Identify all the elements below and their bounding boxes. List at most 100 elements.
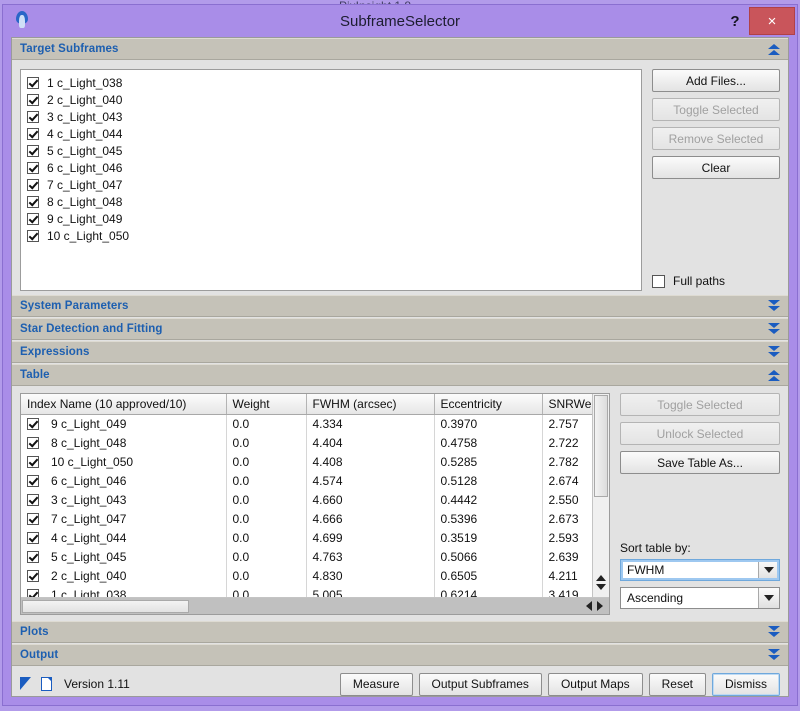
list-item[interactable]: 2 c_Light_040 — [21, 91, 641, 108]
cell-index-name[interactable]: 9 c_Light_049 — [21, 415, 226, 434]
cell-index-name[interactable]: 7 c_Light_047 — [21, 510, 226, 529]
save-table-as-button[interactable]: Save Table As... — [620, 451, 780, 474]
table-row[interactable]: 1 c_Light_038 0.0 5.005 0.6214 3.419 — [21, 586, 592, 598]
table-row[interactable]: 7 c_Light_047 0.0 4.666 0.5396 2.673 — [21, 510, 592, 529]
double-chevron-down-icon[interactable] — [766, 624, 782, 640]
toggle-selected-button[interactable]: Toggle Selected — [652, 98, 780, 121]
scrollbar-thumb[interactable] — [594, 395, 608, 497]
checkbox[interactable] — [27, 77, 39, 89]
checkbox[interactable] — [27, 230, 39, 242]
section-header-system-parameters[interactable]: System Parameters — [12, 295, 788, 317]
reset-button[interactable]: Reset — [649, 673, 706, 696]
double-chevron-down-icon[interactable] — [766, 647, 782, 663]
section-header-plots[interactable]: Plots — [12, 621, 788, 643]
double-chevron-down-icon[interactable] — [766, 344, 782, 360]
scroll-down-icon[interactable] — [596, 584, 606, 590]
chevron-down-icon[interactable] — [758, 588, 779, 608]
column-header-index-name[interactable]: Index Name (10 approved/10) — [21, 394, 226, 415]
table-toggle-selected-button[interactable]: Toggle Selected — [620, 393, 780, 416]
cell-index-name[interactable]: 1 c_Light_038 — [21, 586, 226, 598]
arrow-cursor-icon[interactable] — [20, 677, 33, 691]
column-header-weight[interactable]: Weight — [226, 394, 306, 415]
help-button[interactable]: ? — [721, 5, 749, 37]
checkbox[interactable] — [27, 456, 39, 468]
section-header-output[interactable]: Output — [12, 644, 788, 666]
list-item[interactable]: 5 c_Light_045 — [21, 142, 641, 159]
list-item[interactable]: 7 c_Light_047 — [21, 176, 641, 193]
list-item[interactable]: 9 c_Light_049 — [21, 210, 641, 227]
cell-index-name[interactable]: 2 c_Light_040 — [21, 567, 226, 586]
checkbox[interactable] — [27, 145, 39, 157]
section-header-target-subframes[interactable]: Target Subframes — [12, 38, 788, 60]
cell-index-name[interactable]: 4 c_Light_044 — [21, 529, 226, 548]
list-item[interactable]: 3 c_Light_043 — [21, 108, 641, 125]
checkbox[interactable] — [27, 128, 39, 140]
checkbox[interactable] — [27, 111, 39, 123]
table-row[interactable]: 6 c_Light_046 0.0 4.574 0.5128 2.674 — [21, 472, 592, 491]
checkbox[interactable] — [27, 513, 39, 525]
add-files-button[interactable]: Add Files... — [652, 69, 780, 92]
checkbox[interactable] — [27, 570, 39, 582]
table-horizontal-scrollbar[interactable] — [21, 597, 609, 614]
checkbox[interactable] — [27, 532, 39, 544]
subframes-file-list[interactable]: 1 c_Light_038 2 c_Light_040 3 c_Light_04… — [20, 69, 642, 291]
sort-order-select[interactable]: Ascending — [620, 587, 780, 609]
checkbox[interactable] — [27, 418, 39, 430]
checkbox[interactable] — [27, 475, 39, 487]
scroll-right-icon[interactable] — [597, 601, 603, 611]
checkbox[interactable] — [27, 94, 39, 106]
checkbox[interactable] — [27, 589, 39, 597]
section-header-table[interactable]: Table — [12, 364, 788, 386]
list-item[interactable]: 4 c_Light_044 — [21, 125, 641, 142]
cell-index-name[interactable]: 6 c_Light_046 — [21, 472, 226, 491]
scroll-left-icon[interactable] — [586, 601, 592, 611]
scrollbar-thumb[interactable] — [22, 600, 189, 613]
cell-index-name[interactable]: 5 c_Light_045 — [21, 548, 226, 567]
checkbox[interactable] — [27, 551, 39, 563]
checkbox[interactable] — [652, 275, 665, 288]
cell-index-name[interactable]: 8 c_Light_048 — [21, 434, 226, 453]
column-header-eccentricity[interactable]: Eccentricity — [434, 394, 542, 415]
double-chevron-up-icon[interactable] — [766, 367, 782, 383]
list-item[interactable]: 1 c_Light_038 — [21, 74, 641, 91]
section-header-expressions[interactable]: Expressions — [12, 341, 788, 363]
checkbox[interactable] — [27, 162, 39, 174]
table-row[interactable]: 2 c_Light_040 0.0 4.830 0.6505 4.211 — [21, 567, 592, 586]
table-vertical-scrollbar[interactable] — [592, 394, 609, 597]
list-item[interactable]: 6 c_Light_046 — [21, 159, 641, 176]
full-paths-checkbox[interactable]: Full paths — [652, 274, 780, 291]
column-header-fwhm[interactable]: FWHM (arcsec) — [306, 394, 434, 415]
checkbox[interactable] — [27, 213, 39, 225]
cell-index-name[interactable]: 3 c_Light_043 — [21, 491, 226, 510]
double-chevron-down-icon[interactable] — [766, 321, 782, 337]
table-row[interactable]: 8 c_Light_048 0.0 4.404 0.4758 2.722 — [21, 434, 592, 453]
clear-button[interactable]: Clear — [652, 156, 780, 179]
table-row[interactable]: 4 c_Light_044 0.0 4.699 0.3519 2.593 — [21, 529, 592, 548]
double-chevron-up-icon[interactable] — [766, 41, 782, 57]
table-row[interactable]: 5 c_Light_045 0.0 4.763 0.5066 2.639 — [21, 548, 592, 567]
measure-button[interactable]: Measure — [340, 673, 413, 696]
dismiss-button[interactable]: Dismiss — [712, 673, 780, 696]
remove-selected-button[interactable]: Remove Selected — [652, 127, 780, 150]
table-row[interactable]: 10 c_Light_050 0.0 4.408 0.5285 2.782 — [21, 453, 592, 472]
unlock-selected-button[interactable]: Unlock Selected — [620, 422, 780, 445]
checkbox[interactable] — [27, 437, 39, 449]
close-button[interactable]: × — [749, 7, 795, 35]
table-row[interactable]: 9 c_Light_049 0.0 4.334 0.3970 2.757 — [21, 415, 592, 434]
double-chevron-down-icon[interactable] — [766, 298, 782, 314]
checkbox[interactable] — [27, 179, 39, 191]
column-header-snrweight[interactable]: SNRWeight — [542, 394, 592, 415]
cell-index-name[interactable]: 10 c_Light_050 — [21, 453, 226, 472]
checkbox[interactable] — [27, 494, 39, 506]
output-maps-button[interactable]: Output Maps — [548, 673, 643, 696]
document-icon[interactable] — [41, 677, 52, 691]
sort-key-select[interactable]: FWHM — [620, 559, 780, 581]
chevron-down-icon[interactable] — [758, 560, 779, 580]
scrollbar-track[interactable] — [593, 498, 609, 567]
section-header-star-detection-and-fitting[interactable]: Star Detection and Fitting — [12, 318, 788, 340]
scroll-up-icon[interactable] — [596, 575, 606, 581]
list-item[interactable]: 10 c_Light_050 — [21, 227, 641, 244]
output-subframes-button[interactable]: Output Subframes — [419, 673, 542, 696]
checkbox[interactable] — [27, 196, 39, 208]
list-item[interactable]: 8 c_Light_048 — [21, 193, 641, 210]
